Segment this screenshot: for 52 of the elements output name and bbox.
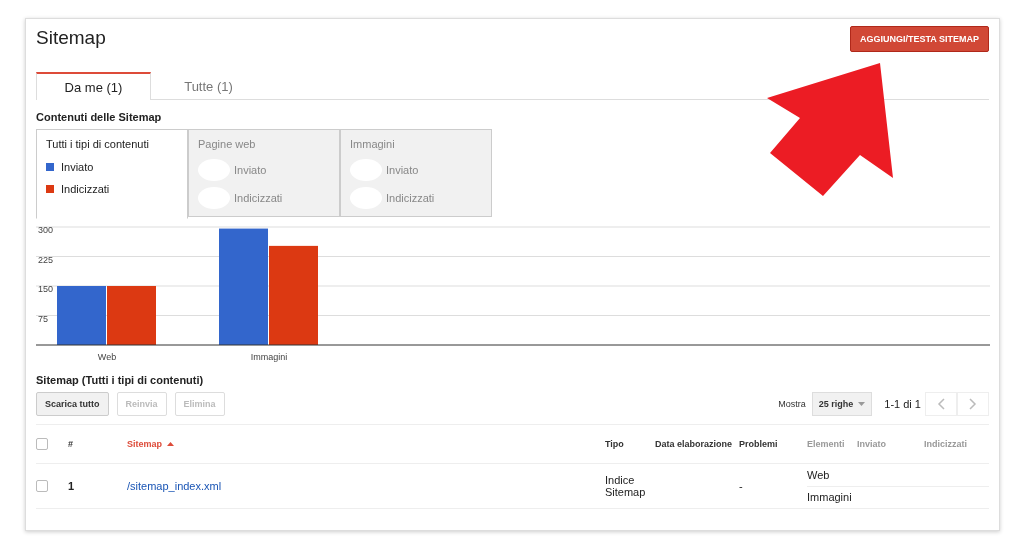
table-cell: - — [739, 480, 743, 492]
axis-category-label: Immagini — [250, 352, 288, 362]
axis-tick-label: 75 — [38, 313, 48, 324]
caret-icon — [858, 402, 866, 406]
chevron-right-icon — [969, 398, 977, 410]
table-cell: Web — [807, 469, 830, 481]
legend-label: Inviato — [386, 164, 419, 176]
panel-title: Tutti i tipi di contenuti — [46, 138, 150, 150]
panel-title: Pagine web — [198, 138, 257, 150]
section-heading: Sitemap (Tutti i tipi di contenuti) — [36, 374, 205, 386]
legend-label: Indicizzati — [234, 192, 283, 204]
show-label: Mostra — [778, 399, 806, 409]
action-button[interactable]: Scarica tutto — [36, 392, 109, 416]
tab[interactable]: Da me (1) — [36, 72, 151, 100]
section-heading: Contenuti delle Sitemap — [36, 111, 163, 123]
page-range: 1-1 di 1 — [884, 398, 921, 410]
select-all-checkbox[interactable] — [36, 438, 48, 450]
legend-label: Inviato — [234, 164, 267, 176]
column-header[interactable]: Sitemap — [127, 425, 605, 464]
axis-tick-label: 150 — [38, 284, 54, 295]
next-page-button[interactable] — [957, 392, 989, 416]
rows-select[interactable]: 25 righe — [811, 392, 873, 416]
column-header[interactable]: Elementi — [807, 425, 857, 464]
table-cell: Immagini — [807, 491, 852, 503]
add-sitemap-button[interactable]: AGGIUNGI/TESTA SITEMAP — [850, 26, 989, 52]
legend-label: Indicizzati — [386, 192, 435, 204]
column-header[interactable]: Indicizzati — [924, 425, 989, 464]
axis-category-label: Web — [97, 352, 117, 362]
chart-bar — [57, 286, 106, 345]
tab[interactable]: Tutte (1) — [151, 72, 266, 100]
table-cell-text: Indice Sitemap — [605, 474, 647, 498]
column-header[interactable]: Data elaborazione — [655, 425, 739, 464]
legend-panel[interactable]: Tutti i tipi di contenuti Inviato Indicizzati — [36, 129, 188, 219]
chevron-left-icon — [937, 398, 945, 410]
column-header[interactable]: Tipo — [605, 425, 655, 464]
row-checkbox[interactable] — [36, 480, 48, 492]
legend-panel[interactable]: Pagine web Inviato Indicizzati — [188, 129, 340, 217]
column-header[interactable]: Inviato — [857, 425, 924, 464]
column-header[interactable]: # — [68, 425, 127, 464]
axis-tick-label: 300 — [38, 225, 54, 236]
legend-panel[interactable]: Immagini Inviato Indicizzati — [340, 129, 492, 217]
panel-title: Immagini — [350, 138, 396, 150]
sort-ascending-icon — [167, 442, 174, 446]
previous-page-button[interactable] — [925, 392, 957, 416]
legend-label: Indicizzati — [61, 183, 110, 195]
table-cell: 1 — [68, 480, 75, 492]
column-header[interactable]: Problemi — [739, 425, 807, 464]
legend-label: Inviato — [61, 161, 94, 173]
sitemap-link[interactable]: /sitemap_index.xml — [127, 480, 222, 492]
page-title: Sitemap — [36, 27, 106, 49]
chart-bar — [107, 286, 156, 345]
axis-tick-label: 225 — [38, 254, 54, 265]
